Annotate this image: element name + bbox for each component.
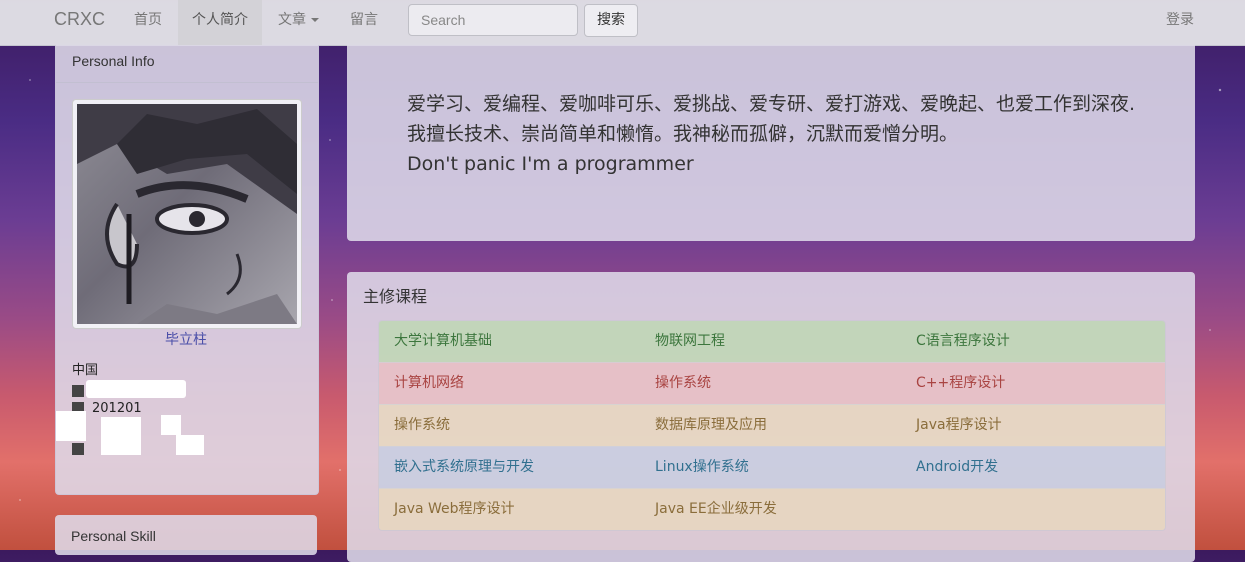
redacted-block-4 <box>176 435 204 455</box>
table-cell: Java Web程序设计 <box>394 501 515 517</box>
table-row: 嵌入式系统原理与开发 Linux操作系统 Android开发 <box>379 446 1165 488</box>
avatar-frame <box>72 99 302 329</box>
table-row: 大学计算机基础 物联网工程 C语言程序设计 <box>379 321 1165 362</box>
table-cell: Java EE企业级开发 <box>655 501 777 517</box>
table-cell: Linux操作系统 <box>655 459 749 475</box>
date-text: 201201 <box>92 401 142 416</box>
table-cell: 物联网工程 <box>655 333 725 349</box>
country-text: 中国 <box>72 363 99 378</box>
search-button[interactable]: 搜索 <box>584 4 638 37</box>
table-cell: 嵌入式系统原理与开发 <box>394 459 534 475</box>
brand-logo[interactable]: CRXC <box>54 9 105 30</box>
personal-skill-heading: Personal Skill <box>71 528 156 544</box>
table-row: Java Web程序设计 Java EE企业级开发 <box>379 488 1165 530</box>
intro-panel: 爱学习、爱编程、爱咖啡可乐、爱挑战、爱专研、爱打游戏、爱晚起、也爱工作到深夜.我… <box>347 45 1195 241</box>
personal-info-panel: Personal Info 毕立柱 中国 201201 <box>55 45 319 495</box>
personal-skill-panel: Personal Skill <box>55 515 317 555</box>
nav-profile[interactable]: 个人简介 <box>178 0 262 45</box>
search-input[interactable] <box>408 4 578 36</box>
intro-description: 爱学习、爱编程、爱咖啡可乐、爱挑战、爱专研、爱打游戏、爱晚起、也爱工作到深夜.我… <box>407 93 1136 145</box>
intro-text: 爱学习、爱编程、爱咖啡可乐、爱挑战、爱专研、爱打游戏、爱晚起、也爱工作到深夜.我… <box>407 89 1137 179</box>
login-link[interactable]: 登录 <box>1166 0 1194 41</box>
courses-table: 大学计算机基础 物联网工程 C语言程序设计 计算机网络 操作系统 C++程序设计… <box>378 320 1166 531</box>
table-row: 操作系统 数据库原理及应用 Java程序设计 <box>379 404 1165 446</box>
redacted-address <box>86 380 186 398</box>
nav-articles-dropdown[interactable]: 文章 <box>278 0 319 45</box>
table-row: 计算机网络 操作系统 C++程序设计 <box>379 362 1165 404</box>
top-navbar: CRXC 首页 个人简介 文章 留言 搜索 登录 <box>0 0 1245 46</box>
intro-motto: Don't panic I'm a programmer <box>407 153 694 175</box>
table-cell: C++程序设计 <box>916 375 1006 391</box>
profile-name[interactable]: 毕立柱 <box>56 329 316 349</box>
nav-articles-label: 文章 <box>278 12 306 28</box>
chevron-down-icon <box>311 18 319 22</box>
table-cell: 操作系统 <box>394 417 450 433</box>
courses-title: 主修课程 <box>363 287 428 306</box>
nav-guestbook[interactable]: 留言 <box>350 0 378 45</box>
mail-icon <box>72 443 84 455</box>
nav-home[interactable]: 首页 <box>134 0 162 45</box>
personal-info-heading: Personal Info <box>56 45 318 83</box>
table-cell: 数据库原理及应用 <box>655 417 767 433</box>
table-cell: Android开发 <box>916 459 999 475</box>
redacted-block-1 <box>56 411 86 441</box>
avatar <box>77 104 297 324</box>
location-icon <box>72 385 84 397</box>
table-cell: C语言程序设计 <box>916 333 1010 349</box>
table-cell: 操作系统 <box>655 375 711 391</box>
table-cell: Java程序设计 <box>916 417 1002 433</box>
redacted-block-2 <box>101 417 141 455</box>
table-cell: 计算机网络 <box>394 375 464 391</box>
courses-panel: 主修课程 大学计算机基础 物联网工程 C语言程序设计 计算机网络 操作系统 C+… <box>347 272 1195 562</box>
table-cell: 大学计算机基础 <box>394 333 492 349</box>
redacted-block-3 <box>161 415 181 435</box>
table-cell <box>901 489 1165 530</box>
